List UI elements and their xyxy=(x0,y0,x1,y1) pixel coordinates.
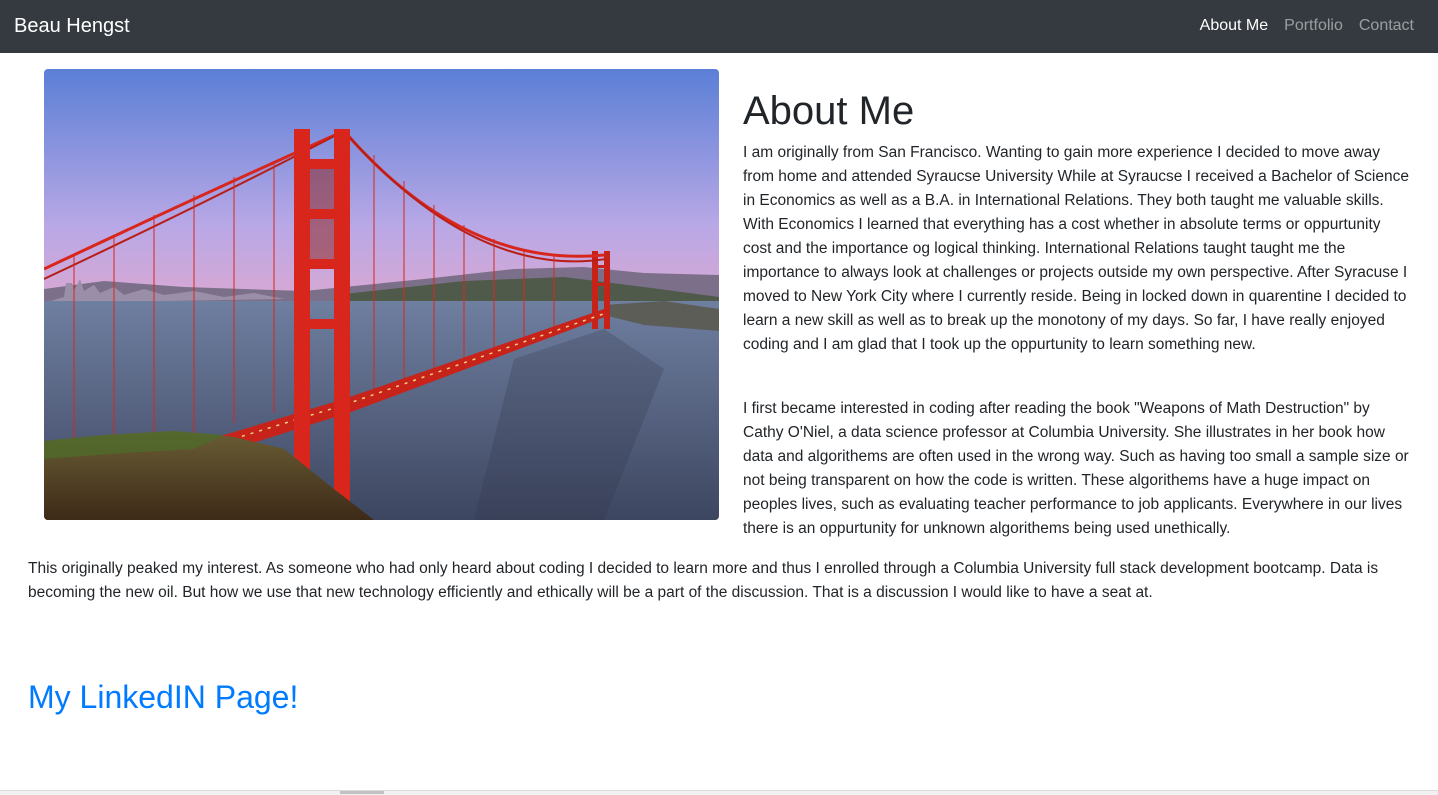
nav-links: About Me Portfolio Contact xyxy=(1200,16,1414,36)
horizontal-scrollbar[interactable] xyxy=(0,790,1438,795)
nav-link-portfolio[interactable]: Portfolio xyxy=(1284,16,1343,36)
main-content: About Me I am originally from San Franci… xyxy=(28,69,1410,717)
brand-link[interactable]: Beau Hengst xyxy=(14,14,130,38)
golden-gate-bridge-photo xyxy=(44,69,719,520)
linkedin-link[interactable]: My LinkedIN Page! xyxy=(28,677,298,717)
about-paragraph-3: This originally peaked my interest. As s… xyxy=(28,560,1379,601)
nav-link-about-me[interactable]: About Me xyxy=(1200,16,1268,36)
nav-link-contact[interactable]: Contact xyxy=(1359,16,1414,36)
top-navbar: Beau Hengst About Me Portfolio Contact xyxy=(0,0,1438,53)
